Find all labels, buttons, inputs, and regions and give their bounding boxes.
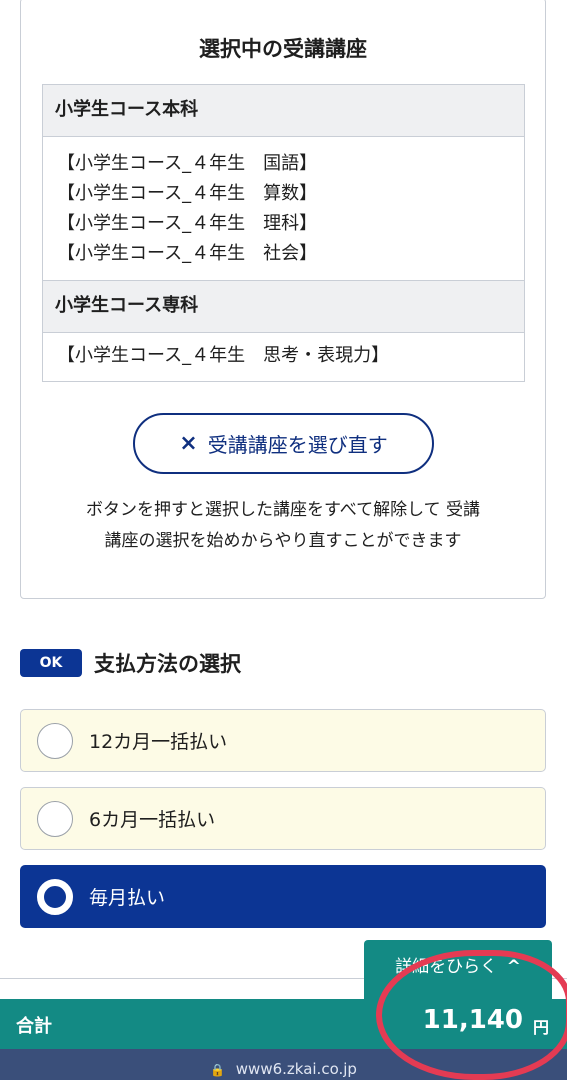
selected-courses-card: 選択中の受講講座 小学生コース本科 【小学生コース_４年生 国語】 【小学生コー… — [20, 0, 546, 599]
reset-note: ボタンを押すと選択した講座をすべて解除して 受講 講座の選択を始めからやり直すこ… — [21, 495, 545, 557]
reselect-courses-label: 受講講座を選び直す — [207, 433, 388, 457]
payment-option-6-months[interactable]: 6カ月一括払い — [20, 787, 546, 850]
url-text: www6.zkai.co.jp — [235, 1060, 357, 1078]
payment-option-label: 毎月払い — [89, 887, 166, 909]
total-amount: 11,140 — [422, 1005, 523, 1035]
course-group-items: 【小学生コース_４年生 思考・表現力】 — [43, 333, 524, 371]
total-label: 合計 — [16, 1016, 52, 1037]
course-item: 【小学生コース_４年生 算数】 — [57, 183, 318, 204]
course-item: 【小学生コース_４年生 国語】 — [57, 153, 318, 174]
payment-option-12-months[interactable]: 12カ月一括払い — [20, 709, 546, 772]
reset-note-line: 講座の選択を始めからやり直すことができます — [104, 531, 462, 551]
payment-section-header: OK 支払方法の選択 — [20, 648, 241, 678]
selected-courses-title: 選択中の受講講座 — [199, 37, 367, 61]
radio-button[interactable] — [37, 800, 73, 837]
course-item: 【小学生コース_４年生 社会】 — [57, 243, 318, 264]
reset-note-line: ボタンを押すと選択した講座をすべて解除して 受講 — [85, 500, 481, 520]
chevron-up-icon: ^ — [506, 957, 521, 977]
course-group-heading: 小学生コース本科 — [43, 85, 524, 137]
open-details-label: 詳細をひらく — [395, 957, 498, 977]
lock-icon: 🔒 — [210, 1063, 225, 1077]
browser-url-bar[interactable]: 🔒 www6.zkai.co.jp — [0, 1049, 567, 1080]
close-icon: × — [179, 431, 198, 456]
course-group-items: 【小学生コース_４年生 国語】 【小学生コース_４年生 算数】 【小学生コース_… — [43, 137, 524, 281]
open-details-tab[interactable]: 詳細をひらく ^ — [364, 940, 552, 1000]
course-item: 【小学生コース_４年生 思考・表現力】 — [57, 345, 390, 366]
payment-option-monthly[interactable]: 毎月払い — [20, 865, 546, 928]
total-unit: 円 — [532, 1018, 549, 1037]
payment-section-title: 支払方法の選択 — [94, 652, 241, 676]
reselect-courses-button[interactable]: × 受講講座を選び直す — [133, 413, 434, 474]
radio-button[interactable] — [37, 722, 73, 759]
ok-badge: OK — [20, 649, 82, 677]
payment-option-label: 12カ月一括払い — [89, 731, 228, 753]
radio-button-selected[interactable] — [37, 878, 73, 915]
payment-option-label: 6カ月一括払い — [89, 809, 216, 831]
total-bar: 合計 11,140 円 — [0, 999, 567, 1049]
course-table: 小学生コース本科 【小学生コース_４年生 国語】 【小学生コース_４年生 算数】… — [42, 84, 525, 382]
course-item: 【小学生コース_４年生 理科】 — [57, 213, 318, 234]
course-group-heading: 小学生コース専科 — [43, 281, 524, 333]
